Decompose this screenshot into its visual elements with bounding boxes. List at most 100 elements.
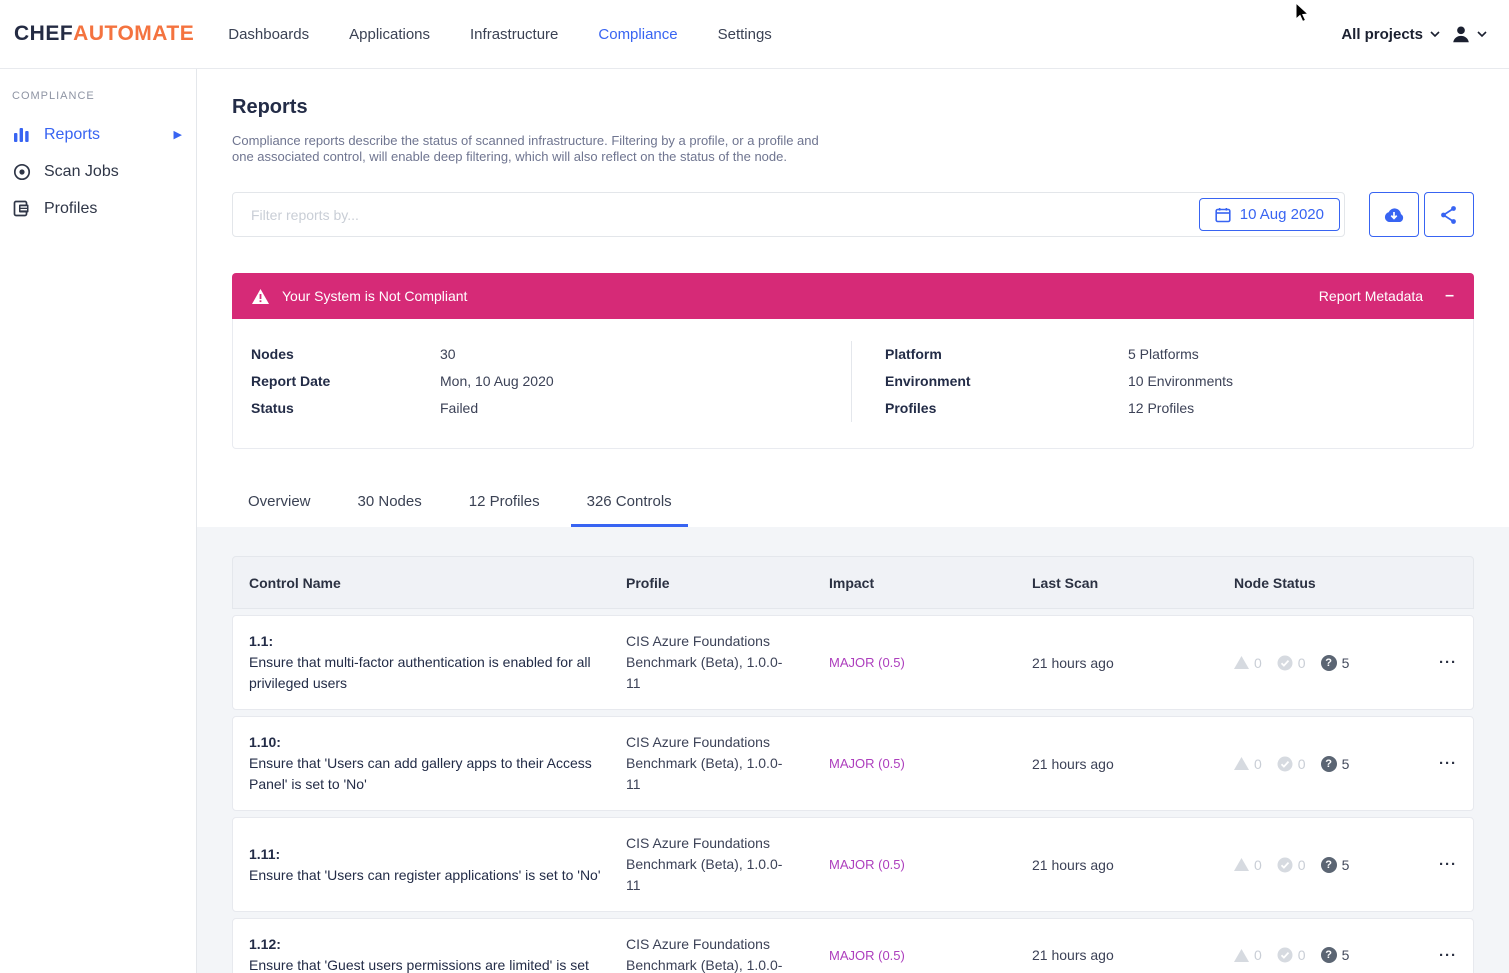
skipped-question-icon: ? <box>1321 655 1337 671</box>
document-icon <box>12 199 31 218</box>
expand-caret-icon[interactable]: ▶ <box>174 128 182 141</box>
passed-check-icon <box>1277 655 1293 671</box>
projects-label: All projects <box>1341 26 1423 43</box>
share-icon <box>1440 205 1458 225</box>
control-impact: MAJOR (0.5) <box>829 756 1032 771</box>
primary-nav: Dashboards Applications Infrastructure C… <box>228 26 772 43</box>
meta-row-nodes: Nodes 30 <box>233 341 851 368</box>
meta-row-environment: Environment 10 Environments <box>852 368 1471 395</box>
filter-toolbar: 10 Aug 2020 <box>232 192 1474 237</box>
chef-automate-logo[interactable]: CHEFAUTOMATE <box>14 22 194 46</box>
filter-box: 10 Aug 2020 <box>232 192 1345 237</box>
failed-count: 0 <box>1254 756 1262 772</box>
nav-compliance[interactable]: Compliance <box>598 26 677 43</box>
sidebar-item-profiles[interactable]: Profiles <box>0 190 196 227</box>
skipped-question-icon: ? <box>1321 857 1337 873</box>
meta-row-platform: Platform 5 Platforms <box>852 341 1471 368</box>
control-row[interactable]: 1.10: Ensure that 'Users can add gallery… <box>232 716 1474 811</box>
failed-triangle-icon <box>1234 757 1249 770</box>
row-menu-button[interactable]: ··· <box>1421 947 1457 964</box>
control-id: 1.11: <box>249 844 606 865</box>
sidebar-item-label: Profiles <box>44 200 97 218</box>
compliance-sidebar: COMPLIANCE Reports ▶ Scan Jobs Profiles <box>0 69 197 973</box>
meta-row-report-date: Report Date Mon, 10 Aug 2020 <box>233 368 851 395</box>
collapse-icon[interactable]: – <box>1445 288 1454 304</box>
control-row[interactable]: 1.1: Ensure that multi-factor authentica… <box>232 615 1474 710</box>
passed-count: 0 <box>1298 857 1306 873</box>
control-description: Ensure that multi-factor authentication … <box>249 652 606 694</box>
failed-count: 0 <box>1254 655 1262 671</box>
passed-check-icon <box>1277 756 1293 772</box>
control-row[interactable]: 1.12: Ensure that 'Guest users permissio… <box>232 918 1474 973</box>
tab-profiles[interactable]: 12 Profiles <box>453 493 556 527</box>
nav-settings[interactable]: Settings <box>718 26 772 43</box>
col-node-status: Node Status <box>1234 575 1421 591</box>
control-last-scan: 21 hours ago <box>1032 756 1234 772</box>
control-id: 1.10: <box>249 732 606 753</box>
control-id: 1.12: <box>249 934 606 955</box>
passed-count: 0 <box>1298 756 1306 772</box>
radar-icon <box>12 162 31 181</box>
control-profile: CIS Azure Foundations Benchmark (Beta), … <box>626 934 794 973</box>
meta-row-profiles: Profiles 12 Profiles <box>852 395 1471 422</box>
skipped-count: 5 <box>1342 756 1350 772</box>
filter-reports-input[interactable] <box>251 207 1199 223</box>
page-title: Reports <box>232 96 1474 119</box>
passed-count: 0 <box>1298 655 1306 671</box>
col-impact: Impact <box>829 575 1032 591</box>
chevron-down-icon <box>1477 29 1487 39</box>
share-report-button[interactable] <box>1424 192 1474 237</box>
report-metadata-panel: Nodes 30 Report Date Mon, 10 Aug 2020 St… <box>232 319 1474 449</box>
sidebar-item-label: Scan Jobs <box>44 163 119 181</box>
brand-automate: AUTOMATE <box>73 22 194 45</box>
banner-message: Your System is Not Compliant <box>282 288 467 304</box>
tab-controls[interactable]: 326 Controls <box>571 493 688 527</box>
user-menu[interactable] <box>1450 23 1487 45</box>
row-menu-button[interactable]: ··· <box>1421 856 1457 873</box>
date-picker-button[interactable]: 10 Aug 2020 <box>1199 198 1340 231</box>
failed-triangle-icon <box>1234 858 1249 871</box>
node-status-group: 0 0 ? 5 <box>1234 857 1421 873</box>
controls-table: Control Name Profile Impact Last Scan No… <box>232 556 1474 973</box>
control-impact: MAJOR (0.5) <box>829 948 1032 963</box>
sidebar-item-label: Reports <box>44 126 100 144</box>
failed-triangle-icon <box>1234 949 1249 962</box>
warning-icon <box>252 289 269 304</box>
projects-filter-dropdown[interactable]: All projects <box>1341 26 1440 43</box>
failed-triangle-icon <box>1234 656 1249 669</box>
meta-row-status: Status Failed <box>233 395 851 422</box>
report-metadata-toggle[interactable]: Report Metadata <box>1319 288 1423 304</box>
row-menu-button[interactable]: ··· <box>1421 755 1457 772</box>
node-status-group: 0 0 ? 5 <box>1234 756 1421 772</box>
sidebar-item-reports[interactable]: Reports ▶ <box>0 116 196 153</box>
tab-overview[interactable]: Overview <box>232 493 327 527</box>
nav-infrastructure[interactable]: Infrastructure <box>470 26 558 43</box>
controls-table-header: Control Name Profile Impact Last Scan No… <box>232 556 1474 609</box>
control-last-scan: 21 hours ago <box>1032 655 1234 671</box>
sidebar-item-scan-jobs[interactable]: Scan Jobs <box>0 153 196 190</box>
control-description: Ensure that 'Guest users permissions are… <box>249 955 606 973</box>
report-tabs: Overview 30 Nodes 12 Profiles 326 Contro… <box>232 493 1474 527</box>
control-description: Ensure that 'Users can register applicat… <box>249 865 606 886</box>
skipped-question-icon: ? <box>1321 756 1337 772</box>
failed-count: 0 <box>1254 947 1262 963</box>
control-row[interactable]: 1.11: Ensure that 'Users can register ap… <box>232 817 1474 912</box>
skipped-question-icon: ? <box>1321 947 1337 963</box>
node-status-group: 0 0 ? 5 <box>1234 947 1421 963</box>
bar-chart-icon <box>12 125 31 144</box>
control-profile: CIS Azure Foundations Benchmark (Beta), … <box>626 833 794 896</box>
col-last-scan: Last Scan <box>1032 575 1234 591</box>
nav-applications[interactable]: Applications <box>349 26 430 43</box>
row-menu-button[interactable]: ··· <box>1421 654 1457 671</box>
cloud-download-icon <box>1382 206 1406 224</box>
tab-nodes[interactable]: 30 Nodes <box>342 493 438 527</box>
brand-chef: CHEF <box>14 22 73 45</box>
calendar-icon <box>1215 207 1231 223</box>
control-description: Ensure that 'Users can add gallery apps … <box>249 753 606 795</box>
download-report-button[interactable] <box>1369 192 1419 237</box>
date-label: 10 Aug 2020 <box>1240 206 1324 223</box>
skipped-count: 5 <box>1342 947 1350 963</box>
top-navbar: CHEFAUTOMATE Dashboards Applications Inf… <box>0 0 1509 69</box>
node-status-group: 0 0 ? 5 <box>1234 655 1421 671</box>
nav-dashboards[interactable]: Dashboards <box>228 26 309 43</box>
